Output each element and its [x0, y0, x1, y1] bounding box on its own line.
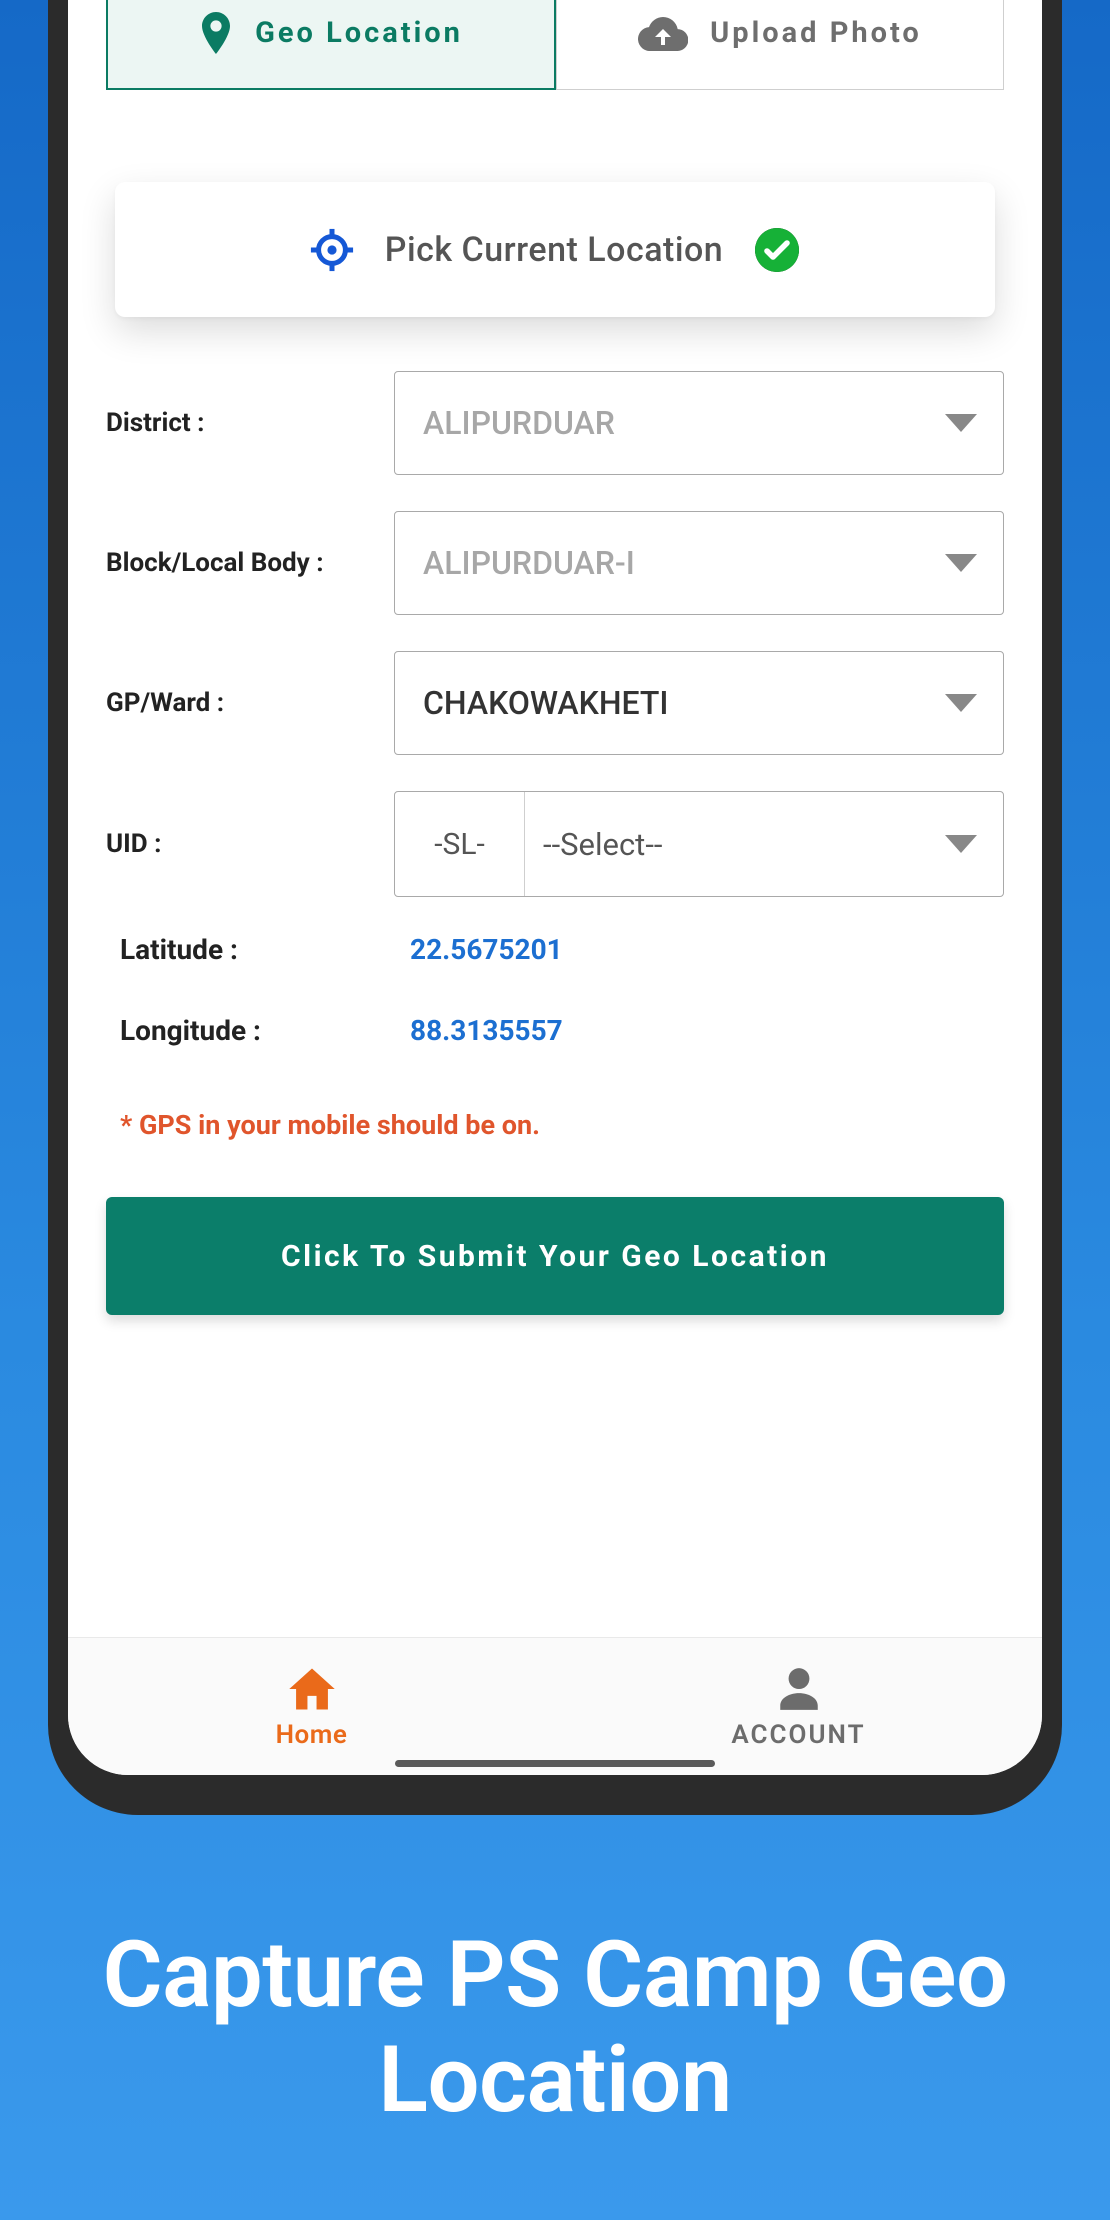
uid-value: --Select--: [543, 826, 662, 863]
nav-account-label: ACCOUNT: [731, 1720, 865, 1750]
nav-home[interactable]: Home: [68, 1638, 555, 1775]
uid-prefix: -SL-: [395, 792, 525, 896]
longitude-value: 88.3135557: [410, 1014, 563, 1047]
gpward-label: GP/Ward :: [106, 688, 394, 718]
nav-home-label: Home: [276, 1720, 348, 1750]
block-value: ALIPURDUAR-I: [423, 544, 635, 582]
bottom-nav[interactable]: Home ACCOUNT: [68, 1637, 1042, 1775]
chevron-down-icon: [945, 835, 977, 853]
cloud-upload-icon: [638, 15, 688, 51]
latitude-label: Latitude :: [120, 933, 410, 966]
uid-label: UID :: [106, 829, 394, 859]
chevron-down-icon: [945, 554, 977, 572]
nav-account[interactable]: ACCOUNT: [555, 1638, 1042, 1775]
check-circle-icon: [753, 226, 801, 274]
block-select[interactable]: ALIPURDUAR-I: [394, 511, 1004, 615]
screen: Geo Location Upload Photo Pick Current L…: [68, 0, 1042, 1775]
district-value: ALIPURDUAR: [423, 404, 615, 442]
phone-frame: Geo Location Upload Photo Pick Current L…: [48, 0, 1062, 1815]
chevron-down-icon: [945, 694, 977, 712]
block-label: Block/Local Body :: [106, 548, 394, 578]
submit-geo-location-button[interactable]: Click To Submit Your Geo Location: [106, 1197, 1004, 1315]
tab-geo-label: Geo Location: [255, 16, 463, 50]
gpward-select[interactable]: CHAKOWAKHETI: [394, 651, 1004, 755]
user-icon: [774, 1664, 824, 1714]
location-target-icon: [309, 227, 355, 273]
tab-upload-photo[interactable]: Upload Photo: [556, 0, 1004, 90]
map-pin-icon: [199, 12, 233, 54]
gps-note: * GPS in your mobile should be on.: [120, 1109, 1004, 1141]
gesture-bar: [395, 1760, 715, 1767]
gpward-value: CHAKOWAKHETI: [423, 684, 668, 722]
tab-upload-label: Upload Photo: [710, 16, 922, 50]
district-select[interactable]: ALIPURDUAR: [394, 371, 1004, 475]
tab-geo-location[interactable]: Geo Location: [106, 0, 556, 90]
page-caption: Capture PS Camp Geo Location: [0, 1924, 1110, 2134]
pick-location-label: Pick Current Location: [385, 230, 723, 270]
tabs[interactable]: Geo Location Upload Photo: [106, 0, 1004, 90]
uid-select[interactable]: -SL- --Select--: [394, 791, 1004, 897]
chevron-down-icon: [945, 414, 977, 432]
submit-label: Click To Submit Your Geo Location: [281, 1239, 829, 1274]
pick-current-location-button[interactable]: Pick Current Location: [115, 182, 995, 317]
district-label: District :: [106, 408, 394, 438]
home-icon: [284, 1664, 340, 1714]
latitude-value: 22.5675201: [410, 933, 563, 966]
longitude-label: Longitude :: [120, 1014, 410, 1047]
